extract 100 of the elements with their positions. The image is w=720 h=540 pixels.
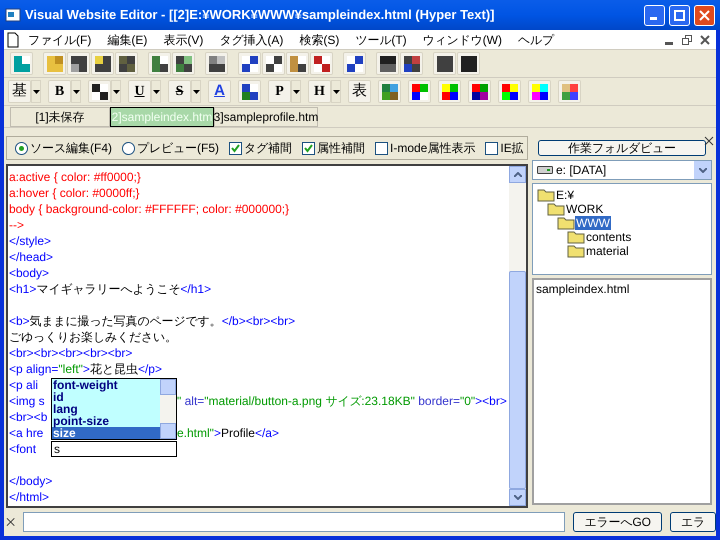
- toolbar-button[interactable]: P: [268, 80, 291, 103]
- toolbar-button[interactable]: A: [208, 80, 231, 103]
- checkbox[interactable]: [485, 142, 498, 154]
- toolbar-button[interactable]: [286, 52, 309, 75]
- checkbox-label[interactable]: IE拡: [500, 139, 524, 157]
- document-tab[interactable]: [1]未保存: [10, 107, 110, 127]
- close-icon[interactable]: [6, 517, 16, 527]
- menu-item[interactable]: ヘルプ: [510, 30, 562, 48]
- folder-view-button[interactable]: 作業フォルダビュー: [538, 140, 706, 156]
- caret-icon[interactable]: [152, 90, 160, 94]
- tree-item[interactable]: E:¥: [555, 188, 576, 202]
- code-editor[interactable]: [6, 164, 528, 508]
- toolbar-button[interactable]: U: [128, 80, 151, 103]
- completion-item[interactable]: lang: [52, 403, 160, 415]
- toolbar-button[interactable]: [310, 52, 333, 75]
- toolbar-button[interactable]: [400, 52, 423, 75]
- checkbox-label[interactable]: タグ補間: [244, 139, 292, 157]
- toolbar-button[interactable]: 基: [8, 80, 31, 103]
- toolbar-button[interactable]: [238, 80, 261, 103]
- caret-icon[interactable]: [112, 90, 120, 94]
- completion-input[interactable]: s: [51, 441, 177, 457]
- toolbar-button[interactable]: [408, 80, 431, 103]
- completion-item[interactable]: id: [52, 391, 160, 403]
- caret-icon[interactable]: [32, 90, 40, 94]
- radio-button[interactable]: [122, 142, 135, 154]
- dropdown-button[interactable]: [31, 80, 41, 103]
- toolbar-button[interactable]: [343, 52, 366, 75]
- radio-label[interactable]: プレビュー(F5): [137, 139, 219, 157]
- menu-item[interactable]: タグ挿入(A): [211, 30, 292, 48]
- radio-button[interactable]: [15, 142, 28, 154]
- document-tab[interactable]: 3]sampleprofile.htm: [214, 107, 318, 127]
- dropdown-button[interactable]: [291, 80, 301, 103]
- tree-item[interactable]: WWW: [575, 216, 611, 230]
- toolbar-button[interactable]: S: [168, 80, 191, 103]
- toolbar-button[interactable]: B: [48, 80, 71, 103]
- checkbox-label[interactable]: I-mode属性表示: [390, 139, 476, 157]
- caret-icon[interactable]: [332, 90, 340, 94]
- toolbar-button[interactable]: [376, 52, 399, 75]
- toolbar-button[interactable]: [262, 52, 285, 75]
- toolbar-button[interactable]: [457, 52, 480, 75]
- toolbar-button[interactable]: [438, 80, 461, 103]
- dropdown-button[interactable]: [151, 80, 161, 103]
- caret-icon[interactable]: [192, 90, 200, 94]
- tree-item[interactable]: material: [585, 244, 630, 258]
- error-jump-button[interactable]: エラーへGO: [573, 512, 662, 532]
- scrollbar[interactable]: [509, 166, 526, 506]
- menu-item[interactable]: ファイル(F): [20, 30, 100, 48]
- completion-item[interactable]: size: [52, 427, 160, 439]
- message-field[interactable]: [23, 512, 566, 532]
- completion-list[interactable]: font-weight id lang point-size size: [51, 378, 177, 440]
- checkbox[interactable]: [375, 142, 388, 154]
- toolbar-button[interactable]: [205, 52, 228, 75]
- file-item[interactable]: sampleindex.html: [536, 280, 708, 298]
- drive-dropdown[interactable]: e: [DATA]: [532, 160, 712, 180]
- completion-item[interactable]: font-weight: [52, 379, 160, 391]
- checkbox[interactable]: [229, 142, 242, 154]
- toolbar-button[interactable]: [148, 52, 171, 75]
- window-title: Visual Website Editor - [[2]E:¥WORK¥WWW¥sampleindex.html (Hyper Text)]: [25, 6, 496, 24]
- dropdown-button[interactable]: [111, 80, 121, 103]
- toolbar-button[interactable]: H: [308, 80, 331, 103]
- toolbar-button[interactable]: [88, 80, 111, 103]
- maximize-button[interactable]: [669, 4, 690, 26]
- dropdown-button[interactable]: [331, 80, 341, 103]
- dropdown-button[interactable]: [191, 80, 201, 103]
- tree-item[interactable]: WORK: [565, 202, 604, 216]
- minimize-button[interactable]: [644, 4, 665, 26]
- menu-item[interactable]: ツール(T): [347, 30, 415, 48]
- scroll-up-icon[interactable]: [514, 172, 522, 177]
- code-line: e.html">Profile</a>: [177, 425, 279, 441]
- completion-item[interactable]: point-size: [52, 415, 160, 427]
- radio-label[interactable]: ソース編集(F4): [30, 139, 112, 157]
- toolbar-button[interactable]: [238, 52, 261, 75]
- drive-label: e: [DATA]: [556, 162, 608, 179]
- toolbar-button[interactable]: [115, 52, 138, 75]
- toolbar-button[interactable]: 表: [348, 80, 371, 103]
- toolbar-button[interactable]: [498, 80, 521, 103]
- toolbar-button[interactable]: [468, 80, 491, 103]
- toolbar-button[interactable]: [67, 52, 90, 75]
- restore-icon[interactable]: [681, 34, 693, 46]
- code-line: </body>: [9, 473, 52, 489]
- menu-item[interactable]: 編集(E): [99, 30, 156, 48]
- chevron-down-icon[interactable]: [698, 168, 706, 172]
- scroll-down-icon[interactable]: [514, 495, 522, 500]
- error-jump-button[interactable]: エラ: [670, 512, 716, 532]
- toolbar-button[interactable]: [172, 52, 195, 75]
- checkbox[interactable]: [302, 142, 315, 154]
- caret-icon[interactable]: [72, 90, 80, 94]
- menu-item[interactable]: 表示(V): [155, 30, 212, 48]
- toolbar-button[interactable]: [91, 52, 114, 75]
- caret-icon[interactable]: [292, 90, 300, 94]
- menu-item[interactable]: ウィンドウ(W): [414, 30, 510, 48]
- tree-item[interactable]: contents: [585, 230, 632, 244]
- dropdown-button[interactable]: [71, 80, 81, 103]
- menu-item[interactable]: 検索(S): [291, 30, 348, 48]
- toolbar-button[interactable]: [433, 52, 456, 75]
- close-button[interactable]: [694, 4, 715, 26]
- toolbar-button[interactable]: [528, 80, 551, 103]
- close-icon[interactable]: [704, 136, 714, 146]
- checkbox-label[interactable]: 属性補間: [317, 139, 365, 157]
- close-icon[interactable]: [699, 34, 711, 46]
